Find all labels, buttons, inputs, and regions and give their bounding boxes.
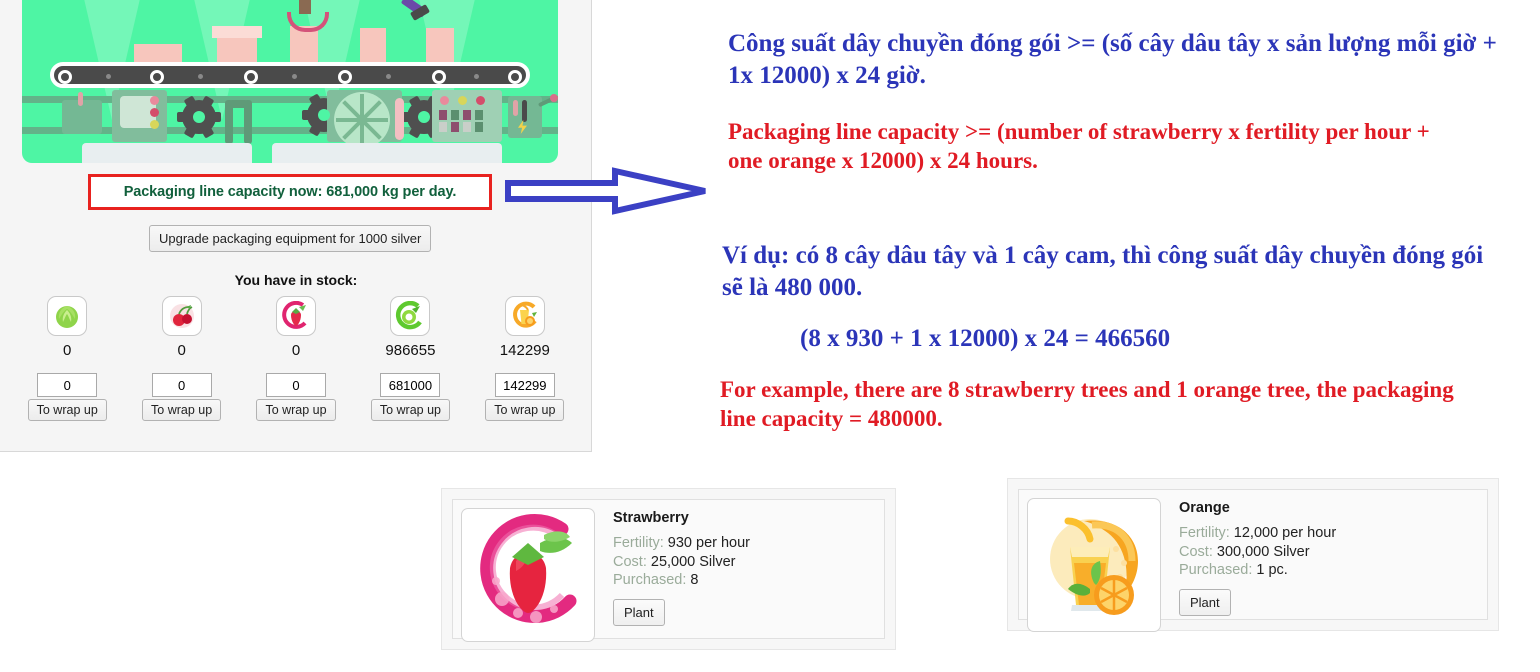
orange-juice-icon[interactable] (504, 296, 545, 336)
wrap-up-button[interactable]: To wrap up (485, 399, 565, 421)
fertility-value: 12,000 per hour (1233, 525, 1337, 541)
annotation-vi-rule: Công suất dây chuyền đóng gói >= (số cây… (728, 30, 1497, 89)
stock-input[interactable] (151, 373, 212, 397)
fertility-label: Fertility: (613, 535, 664, 551)
stock-input[interactable] (266, 373, 327, 397)
wrap-up-button[interactable]: To wrap up (370, 399, 450, 421)
stock-cell-orange-juice: 142299 To wrap up (468, 296, 582, 421)
purchased-value: 1 pc. (1256, 562, 1288, 579)
plant-name: Orange (1179, 500, 1230, 516)
annotation-vi-example: Ví dụ: có 8 cây dâu tây và 1 cây cam, th… (722, 242, 1484, 301)
stock-count: 142299 (499, 342, 550, 359)
annotation-en-example: For example, there are 8 strawberry tree… (720, 377, 1454, 432)
gear-icon (177, 95, 221, 139)
cost-value: 300,000 Silver (1216, 543, 1310, 560)
plant-purchased: Purchased: 8 (613, 571, 884, 590)
wrap-up-button[interactable]: To wrap up (256, 399, 336, 421)
plant-info: Strawberry Fertility: 930 per hour Cost:… (603, 500, 884, 638)
conveyor-belt (50, 62, 530, 88)
stock-cell-green-apple: 986655 To wrap up (353, 296, 467, 421)
screenshot-root: Packaging line capacity now: 681,000 kg … (0, 0, 1540, 672)
cherry-icon[interactable] (161, 296, 202, 336)
purchased-value: 8 (690, 572, 699, 589)
wrap-up-button[interactable]: To wrap up (27, 399, 107, 421)
strawberry-icon[interactable] (276, 296, 317, 336)
plant-card-strawberry: Strawberry Fertility: 930 per hour Cost:… (441, 488, 896, 650)
strawberry-splash-image (461, 508, 595, 642)
plant-purchased: Purchased: 1 pc. (1179, 561, 1487, 580)
plant-button[interactable]: Plant (613, 598, 665, 626)
plant-cost: Cost: 25,000 Silver (613, 553, 884, 572)
plant-card-orange: Orange Fertility: 12,000 per hour Cost: … (1007, 478, 1499, 632)
plant-cost: Cost: 300,000 Silver (1179, 543, 1487, 562)
orange-juice-glass-image (1027, 498, 1161, 632)
plant-fertility: Fertility: 930 per hour (613, 534, 884, 553)
wrap-up-button[interactable]: To wrap up (142, 399, 222, 421)
purchased-label: Purchased: (613, 572, 687, 589)
annotation-vi-calculation: (8 x 930 + 1 x 12000) x 24 = 466560 (800, 325, 1171, 352)
stock-cell-strawberry: 0 To wrap up (239, 296, 353, 421)
plant-info: Orange Fertility: 12,000 per hour Cost: … (1169, 490, 1487, 619)
stock-count: 0 (291, 342, 301, 359)
upgrade-packaging-button[interactable]: Upgrade packaging equipment for 1000 sil… (149, 225, 432, 252)
packaging-conveyor-illustration (22, 0, 558, 163)
stock-input[interactable] (494, 373, 555, 397)
plant-button[interactable]: Plant (1179, 588, 1231, 616)
plant-fertility: Fertility: 12,000 per hour (1179, 524, 1487, 543)
capacity-banner: Packaging line capacity now: 681,000 kg … (88, 174, 492, 210)
capacity-text: Packaging line capacity now: 681,000 kg … (123, 184, 457, 200)
plant-card-inner: Strawberry Fertility: 930 per hour Cost:… (452, 499, 885, 642)
stock-count: 0 (63, 342, 72, 359)
purchased-label: Purchased: (1179, 562, 1253, 579)
stock-count: 986655 (385, 342, 436, 359)
cost-value: 25,000 Silver (650, 553, 736, 570)
plant-card-inner: Orange Fertility: 12,000 per hour Cost: … (1018, 489, 1488, 632)
cost-label: Cost: (1179, 543, 1213, 560)
stock-count: 0 (177, 342, 186, 359)
stock-cell-cabbage: 0 To wrap up (10, 296, 124, 421)
cabbage-icon[interactable] (47, 296, 88, 336)
stock-row: 0 To wrap up 0 To wrap up (10, 296, 582, 421)
stock-title: You have in stock: (234, 272, 358, 288)
flywheel-icon (334, 92, 390, 148)
stock-input[interactable] (37, 373, 98, 397)
fertility-value: 930 per hour (667, 535, 751, 551)
right-block-arrow-icon (505, 167, 706, 215)
fertility-label: Fertility: (1179, 525, 1230, 541)
green-apple-icon[interactable] (390, 296, 431, 336)
stock-cell-cherry: 0 To wrap up (124, 296, 238, 421)
cost-label: Cost: (613, 553, 647, 570)
game-panel: Packaging line capacity now: 681,000 kg … (0, 0, 592, 452)
plant-name: Strawberry (613, 510, 689, 526)
annotation-en-rule: Packaging line capacity >= (number of st… (728, 119, 1430, 174)
stock-input[interactable] (380, 373, 441, 397)
